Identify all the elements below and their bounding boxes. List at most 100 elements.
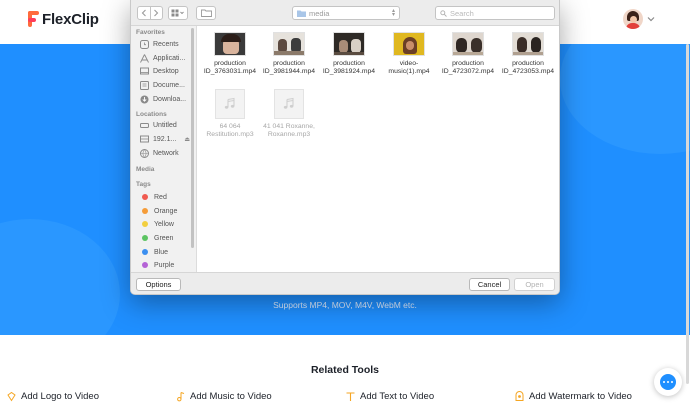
- file-item[interactable]: production ID_3763031.mp4: [200, 26, 260, 76]
- desktop-icon: [140, 67, 149, 76]
- folder-icon: [297, 10, 306, 17]
- new-folder-button[interactable]: [196, 6, 216, 20]
- sidebar-item-label: Downloa...: [153, 95, 187, 103]
- sidebar-scrollbar[interactable]: [191, 28, 194, 248]
- file-browser-grid: production ID_3763031.mp4 production ID_…: [198, 26, 559, 272]
- server-icon: [140, 135, 149, 144]
- sidebar-item-recents[interactable]: Recents: [140, 39, 179, 49]
- file-item[interactable]: production ID_4723053.mp4: [498, 26, 558, 76]
- dialog-footer: Options Cancel Open: [131, 272, 559, 294]
- media-heading[interactable]: Media: [136, 166, 154, 173]
- document-icon: [140, 80, 149, 90]
- tag-item-yellow[interactable]: Yellow: [140, 219, 174, 229]
- tag-label: Blue: [154, 248, 169, 256]
- tool-link-add-watermark[interactable]: Add Watermark to Video: [514, 391, 632, 402]
- sidebar-item-label: Desktop: [153, 67, 179, 75]
- chat-support-button[interactable]: [654, 368, 682, 396]
- flexclip-logo[interactable]: FlexClip: [28, 9, 99, 29]
- chevron-left-icon: [141, 9, 146, 17]
- grid-view-icon: [171, 9, 184, 17]
- sidebar-item-applications[interactable]: Applicati...: [140, 53, 185, 63]
- chevron-down-icon[interactable]: [646, 14, 656, 24]
- back-forward-buttons: [137, 6, 163, 20]
- file-item[interactable]: 41 041 Roxanne, Roxanne.mp3: [259, 85, 319, 139]
- file-name: 64 064 Restitution.mp3: [206, 123, 254, 138]
- brand-name: FlexClip: [42, 10, 99, 28]
- search-placeholder: Search: [450, 8, 474, 18]
- file-item[interactable]: production ID_3981944.mp4: [259, 26, 319, 76]
- back-button[interactable]: [138, 7, 150, 19]
- tool-label: Add Text to Video: [360, 391, 435, 402]
- decorative-blob: [0, 219, 120, 335]
- tool-link-add-text[interactable]: Add Text to Video: [345, 391, 434, 402]
- sidebar-item-label: Docume...: [153, 81, 185, 89]
- tag-item-orange[interactable]: Orange: [140, 206, 177, 216]
- sidebar-item-downloads[interactable]: Downloa...: [140, 94, 186, 104]
- tag-label: Green: [154, 234, 174, 242]
- sidebar-item-label: Applicati...: [153, 54, 186, 62]
- logo-icon: [7, 391, 16, 402]
- search-icon: [440, 9, 447, 17]
- sidebar-item-label: Network: [153, 149, 179, 157]
- file-item[interactable]: production ID_3981924.mp4: [319, 26, 379, 76]
- user-avatar[interactable]: [623, 9, 643, 29]
- eject-icon[interactable]: ⏏: [184, 136, 190, 143]
- tag-label: Orange: [154, 207, 178, 215]
- location-dropdown[interactable]: media ▴ ▾: [292, 6, 400, 20]
- sidebar-item-desktop[interactable]: Desktop: [140, 66, 179, 76]
- tool-link-add-music[interactable]: Add Music to Video: [175, 391, 272, 402]
- tag-item-green[interactable]: Green: [140, 233, 173, 243]
- file-item[interactable]: 64 064 Restitution.mp3: [200, 85, 260, 139]
- file-name: production ID_3763031.mp4: [203, 60, 257, 75]
- sidebar-item-untitled[interactable]: Untitled: [140, 120, 177, 130]
- logo-mark-icon: [28, 11, 40, 27]
- drive-icon: [140, 121, 149, 130]
- open-button[interactable]: Open: [514, 278, 555, 291]
- tag-item-red[interactable]: Red: [140, 192, 167, 202]
- sidebar-item-label: Recents: [153, 40, 179, 48]
- tool-label: Add Music to Video: [190, 391, 272, 402]
- sidebar-item-label: 192.1...: [153, 135, 177, 143]
- options-button[interactable]: Options: [136, 278, 181, 291]
- tag-item-purple[interactable]: Purple: [140, 260, 174, 270]
- file-item[interactable]: production ID_4723072.mp4: [438, 26, 498, 76]
- current-folder-name: media: [309, 8, 330, 18]
- file-item[interactable]: video- music(1).mp4: [379, 26, 439, 76]
- search-field[interactable]: Search: [435, 6, 555, 20]
- file-name: production ID_3981944.mp4: [262, 60, 316, 75]
- file-name: production ID_3981924.mp4: [322, 60, 376, 75]
- tool-link-add-logo[interactable]: Add Logo to Video: [6, 391, 99, 402]
- tag-item-blue[interactable]: Blue: [140, 247, 168, 257]
- sidebar-item-network[interactable]: Network: [140, 148, 179, 158]
- view-mode-button[interactable]: [168, 6, 188, 20]
- video-thumbnail: [273, 32, 305, 56]
- applications-icon: [140, 53, 149, 63]
- tag-dot: [142, 249, 148, 255]
- open-file-dialog: media ▴ ▾ Search Favorites Recents Applic…: [130, 0, 560, 295]
- related-tools-heading: Related Tools: [310, 364, 380, 376]
- dialog-sidebar: Favorites Recents Applicati... Desktop D…: [131, 26, 197, 272]
- file-name: production ID_4723072.mp4: [441, 60, 495, 75]
- file-name: video- music(1).mp4: [388, 60, 430, 75]
- video-thumbnail: [214, 32, 246, 56]
- locations-heading: Locations: [136, 111, 167, 118]
- tag-dot: [142, 221, 148, 227]
- tag-dot: [142, 262, 148, 268]
- sidebar-item-server[interactable]: 192.1... ⏏: [140, 134, 190, 144]
- tags-heading: Tags: [136, 181, 151, 188]
- music-file-icon: [274, 89, 304, 119]
- cancel-button[interactable]: Cancel: [469, 278, 510, 291]
- forward-button[interactable]: [149, 7, 162, 19]
- up-down-chevron-icon: ▴ ▾: [391, 8, 395, 18]
- sidebar-item-documents[interactable]: Docume...: [140, 80, 185, 90]
- decorative-blob: [560, 44, 690, 154]
- supported-formats-text: Supports MP4, MOV, M4V, WebM etc.: [273, 300, 417, 310]
- folder-icon: [200, 9, 212, 17]
- video-thumbnail: [452, 32, 484, 56]
- tool-label: Add Watermark to Video: [529, 391, 632, 402]
- page-scrollbar[interactable]: [686, 44, 689, 384]
- dialog-toolbar: media ▴ ▾ Search: [131, 0, 559, 26]
- file-name: production ID_4723053.mp4: [501, 60, 555, 75]
- download-icon: [140, 95, 149, 104]
- tag-label: Purple: [154, 261, 175, 269]
